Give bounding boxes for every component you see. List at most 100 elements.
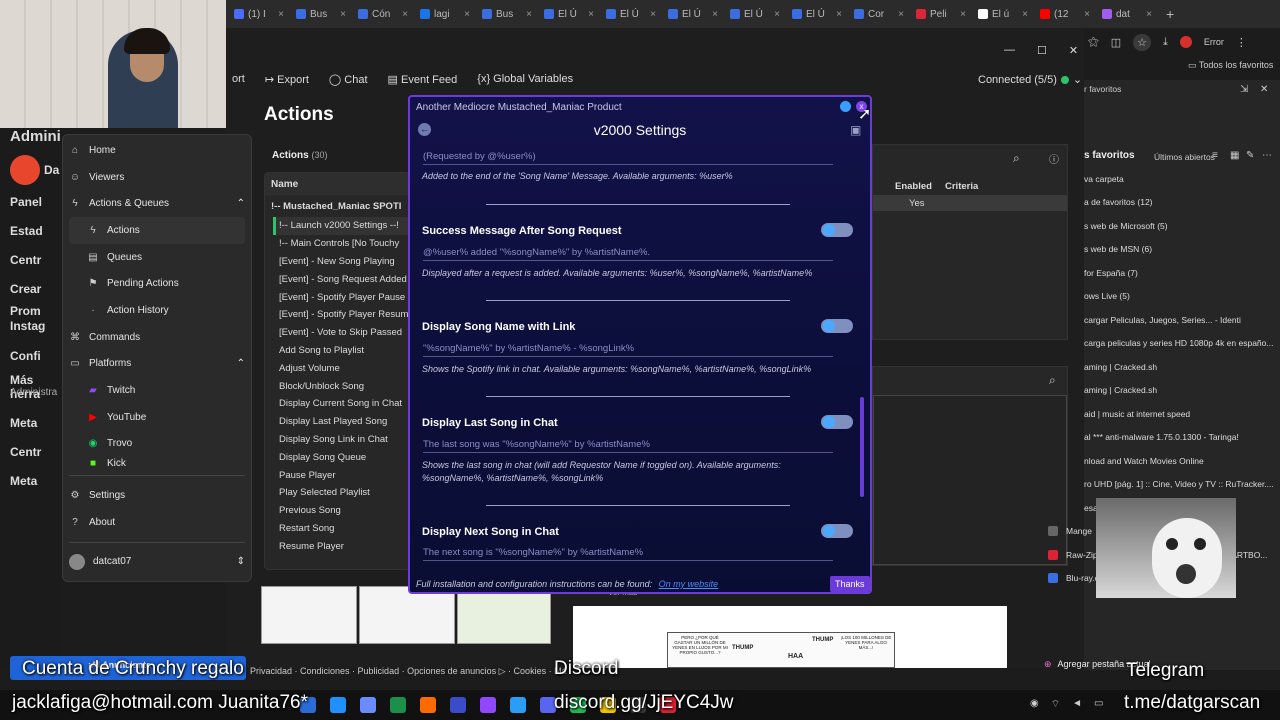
nav-viewers[interactable]: ☺ Viewers xyxy=(69,164,245,191)
tab-close-icon[interactable]: × xyxy=(526,9,532,20)
sidebar-item-config[interactable]: Confi xyxy=(10,339,62,373)
toggle-song-link[interactable] xyxy=(821,319,853,333)
browser-tab[interactable]: El Ú × xyxy=(724,0,786,28)
tab-close-icon[interactable]: × xyxy=(1146,9,1152,20)
tab-close-icon[interactable]: × xyxy=(1084,9,1090,20)
new-tab-button[interactable]: + xyxy=(1166,6,1174,22)
download-icon[interactable]: ⤓ xyxy=(1163,36,1168,49)
column-header-criteria[interactable]: Criteria xyxy=(945,181,978,192)
error-badge[interactable]: Error xyxy=(1204,37,1224,47)
search-icon[interactable]: ⌕ xyxy=(1013,151,1020,166)
favorite-item[interactable]: aming | Cracked.sh xyxy=(1084,355,1280,379)
browser-tab[interactable]: El Ú × xyxy=(786,0,848,28)
tab-close-icon[interactable]: × xyxy=(960,9,966,20)
favorite-item[interactable]: ro UHD [pág. 1] :: Cine, Video y TV :: R… xyxy=(1084,473,1280,497)
favorite-item[interactable]: nload and Watch Movies Online xyxy=(1084,449,1280,473)
action-row[interactable]: [Event] - Spotify Player Resum xyxy=(279,306,409,324)
nav-trovo[interactable]: ◉ Trovo xyxy=(69,431,245,458)
favorite-item[interactable]: s web de MSN (6) xyxy=(1084,238,1280,262)
nav-youtube[interactable]: ▶ YouTube xyxy=(69,404,245,431)
action-row[interactable]: Adjust Volume xyxy=(279,359,409,377)
browser-tab[interactable]: El Ú × xyxy=(662,0,724,28)
action-row[interactable]: [Event] - Vote to Skip Passed xyxy=(279,324,409,342)
taskbar-app-icon[interactable] xyxy=(510,697,526,713)
tab-close-icon[interactable]: × xyxy=(464,9,470,20)
filter-icon[interactable]: ≡ xyxy=(1212,150,1218,161)
action-row[interactable]: [Event] - Spotify Player Pause xyxy=(279,288,409,306)
column-header-name[interactable]: Name xyxy=(265,173,409,195)
info-icon[interactable]: ⓘ xyxy=(1049,151,1059,166)
import-button[interactable]: ort xyxy=(232,73,245,85)
action-row[interactable]: Pause Player xyxy=(279,466,409,484)
nav-settings[interactable]: ⚙ Settings xyxy=(69,482,245,509)
toggle-last-song[interactable] xyxy=(821,415,853,429)
puzzle-icon[interactable]: ◫ xyxy=(1111,36,1121,49)
tab-close-icon[interactable]: × xyxy=(712,9,718,20)
nav-actions-queues[interactable]: ϟ Actions & Queues ⌃ xyxy=(69,190,245,217)
sidebar-item-create[interactable]: Crear xyxy=(10,275,62,304)
action-row[interactable]: Block/Unblock Song xyxy=(279,377,409,395)
browser-tab[interactable]: dat × xyxy=(1096,0,1158,28)
volume-icon[interactable]: ◄ xyxy=(1072,698,1082,711)
global-variables-button[interactable]: {x} Global Variables xyxy=(477,73,573,85)
favorite-item[interactable]: ows Live (5) xyxy=(1084,285,1280,309)
nav-pending-actions[interactable]: ⚑ Pending Actions xyxy=(69,270,245,297)
tab-close-icon[interactable]: × xyxy=(1022,9,1028,20)
recent-dropdown[interactable]: Últimos abiertos xyxy=(1154,152,1215,162)
column-header-enabled[interactable]: Enabled xyxy=(895,181,932,192)
favorite-item[interactable]: for España (7) xyxy=(1084,261,1280,285)
favorite-item[interactable]: al *** anti-malware 1.75.0.1300 - Taring… xyxy=(1084,426,1280,450)
bookmarks-folder-label[interactable]: ▭ Todos los favoritos xyxy=(1188,60,1273,71)
tab-close-icon[interactable]: × xyxy=(278,9,284,20)
input-last-song[interactable]: The last song was "%songName%" by %artis… xyxy=(423,439,833,453)
action-row[interactable]: Display Current Song in Chat xyxy=(279,395,409,413)
nav-action-history[interactable]: · Action History xyxy=(69,297,245,324)
toggle-success[interactable] xyxy=(821,223,853,237)
manga-thumbnail-2[interactable] xyxy=(359,586,455,644)
maximize-icon[interactable]: ☐ xyxy=(1037,44,1047,57)
connection-status[interactable]: Connected (5/5) ⌄ xyxy=(978,73,1082,87)
more-icon[interactable]: ⋯ xyxy=(1262,150,1272,161)
taskbar-app-icon[interactable] xyxy=(360,697,376,713)
browser-tab[interactable]: Cón × xyxy=(352,0,414,28)
browser-tab[interactable]: lagi × xyxy=(414,0,476,28)
browser-tab[interactable]: (1) I × xyxy=(228,0,290,28)
action-row[interactable]: [Event] - New Song Playing xyxy=(279,253,409,271)
input-next-song[interactable]: The next song is "%songName%" by %artist… xyxy=(423,547,833,561)
extension-icon[interactable]: ⚝ xyxy=(1088,36,1099,49)
action-row[interactable]: !-- Launch v2000 Settings --! xyxy=(273,217,409,235)
favorite-item[interactable]: a de favoritos (12) xyxy=(1084,191,1280,215)
nav-commands[interactable]: ⌘ Commands xyxy=(69,324,245,351)
minimize-dot-icon[interactable] xyxy=(840,101,851,112)
requested-by-input[interactable]: (Requested by @%user%) xyxy=(423,151,833,165)
search-icon[interactable]: ⌕ xyxy=(1049,373,1056,388)
website-link[interactable]: On my website xyxy=(659,579,719,589)
action-row[interactable]: [Event] - Song Request Added xyxy=(279,270,409,288)
manga-thumbnail-3[interactable] xyxy=(457,586,551,644)
nav-platforms[interactable]: ▭ Platforms ⌃ xyxy=(69,351,245,378)
action-row[interactable]: Display Last Played Song xyxy=(279,413,409,431)
action-row[interactable]: Resume Player xyxy=(279,537,409,555)
minimize-icon[interactable]: — xyxy=(1004,44,1015,57)
network-icon[interactable]: ⌔ xyxy=(1051,698,1060,711)
taskbar-app-icon[interactable] xyxy=(420,697,436,713)
menu-icon[interactable]: ⋮ xyxy=(1236,36,1247,49)
favorite-item[interactable]: s web de Microsoft (5) xyxy=(1084,214,1280,238)
nav-about[interactable]: ? About xyxy=(69,509,245,536)
browser-tab[interactable]: Bus × xyxy=(290,0,352,28)
sidebar-item-promote[interactable]: Prom​ xyxy=(10,304,62,319)
sidebar-account[interactable]: Da xyxy=(10,152,62,188)
action-row[interactable]: !-- Main Controls [No Touchy xyxy=(279,235,409,253)
taskbar-app-icon[interactable] xyxy=(330,697,346,713)
tab-close-icon[interactable]: × xyxy=(650,9,656,20)
close-icon[interactable]: ✕ xyxy=(1260,84,1268,95)
action-row[interactable]: Display Song Queue xyxy=(279,448,409,466)
grid-icon[interactable]: ▦ xyxy=(1230,150,1239,161)
favorites-icon[interactable]: ☆ xyxy=(1133,33,1151,51)
chat-button[interactable]: ◯ Chat xyxy=(329,73,368,86)
tab-close-icon[interactable]: × xyxy=(402,9,408,20)
favorite-item[interactable]: cargar Peliculas, Juegos, Series... - Id… xyxy=(1084,308,1280,332)
tab-close-icon[interactable]: × xyxy=(836,9,842,20)
favorite-item[interactable]: carga peliculas y series HD 1080p 4k en … xyxy=(1084,332,1280,356)
tab-close-icon[interactable]: × xyxy=(588,9,594,20)
